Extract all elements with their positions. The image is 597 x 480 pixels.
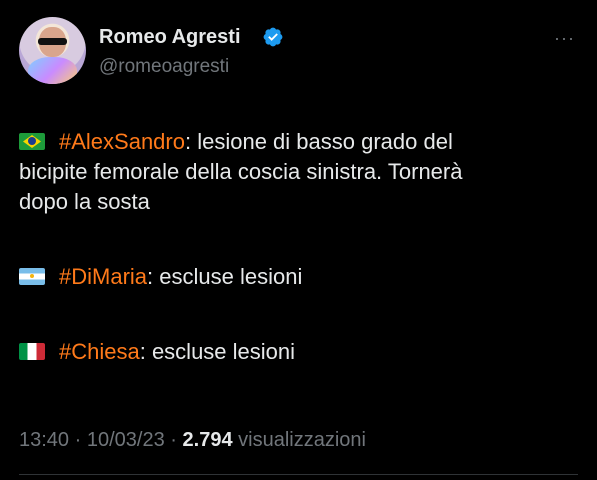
avatar-glasses [38,38,67,45]
tweet-time[interactable]: 13:40 [19,429,69,451]
italy-flag-icon [19,343,45,360]
tweet-line: #AlexSandro: lesione di basso grado del [19,127,579,157]
author-handle[interactable]: @romeoagresti [99,56,229,78]
meta-separator: · [74,429,82,451]
views-count[interactable]: 2.794 [183,429,233,451]
views-label[interactable]: visualizzazioni [238,429,366,451]
avatar[interactable] [19,17,86,84]
tweet-line: bicipite femorale della coscia sinistra.… [19,159,463,184]
avatar-body [28,57,77,84]
verified-badge-icon [263,27,283,47]
tweet-line: #DiMaria: escluse lesioni [19,262,579,292]
meta-separator: · [170,429,177,451]
tweet-date[interactable]: 10/03/23 [87,429,165,451]
tweet-text: : escluse lesioni [147,264,303,289]
hashtag-link[interactable]: #DiMaria [59,264,147,289]
divider [19,474,578,475]
argentina-flag-icon [19,268,45,285]
tweet-meta: 13:40 · 10/03/23 · 2.794 visualizzazioni [19,429,366,452]
tweet-line: dopo la sosta [19,189,150,214]
hashtag-link[interactable]: #Chiesa [59,339,140,364]
tweet-line: #Chiesa: escluse lesioni [19,337,579,367]
tweet-text: : escluse lesioni [139,339,296,364]
brazil-flag-icon [19,133,45,150]
hashtag-link[interactable]: #AlexSandro [59,129,185,154]
more-options-icon[interactable]: ··· [554,28,575,49]
tweet-text: : lesione di basso grado del [184,129,453,154]
tweet-body: #AlexSandro: lesione di basso grado del … [19,127,579,367]
author-name[interactable]: Romeo Agresti [99,26,241,49]
